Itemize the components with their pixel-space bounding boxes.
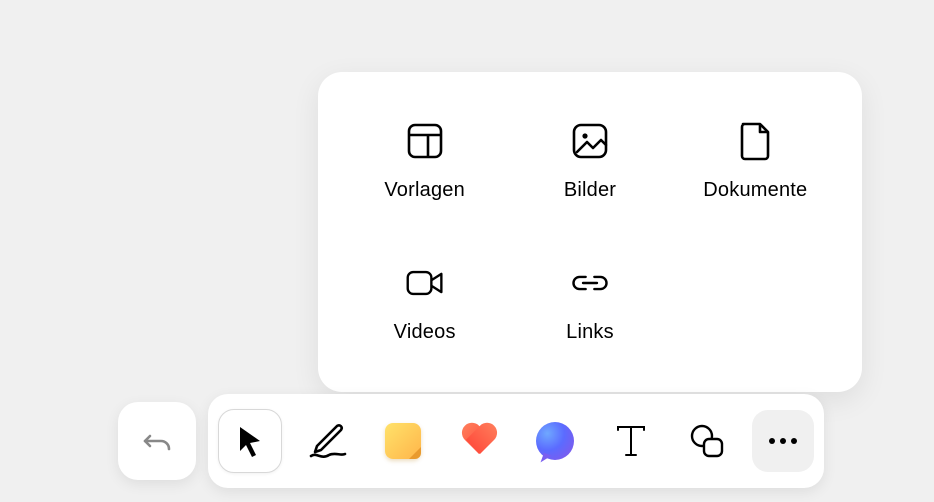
like-tool-button[interactable] xyxy=(448,410,510,472)
add-content-popup: Vorlagen Bilder Dokumente xyxy=(318,72,862,392)
pen-icon xyxy=(307,422,347,460)
popup-item-videos[interactable]: Videos xyxy=(342,238,507,368)
popup-item-templates[interactable]: Vorlagen xyxy=(342,96,507,226)
bottom-toolbar-wrap xyxy=(118,394,824,488)
more-tools-button[interactable] xyxy=(752,410,814,472)
chat-bubble-icon xyxy=(536,422,574,460)
text-tool-button[interactable] xyxy=(600,410,662,472)
image-icon xyxy=(570,121,610,161)
text-icon xyxy=(615,424,647,458)
popup-item-documents[interactable]: Dokumente xyxy=(673,96,838,226)
popup-item-links[interactable]: Links xyxy=(507,238,672,368)
sticky-note-icon xyxy=(385,423,421,459)
popup-item-images[interactable]: Bilder xyxy=(507,96,672,226)
cursor-icon xyxy=(236,425,264,457)
shapes-icon xyxy=(688,423,726,459)
video-icon xyxy=(405,263,445,303)
undo-button[interactable] xyxy=(118,402,196,480)
heart-icon xyxy=(460,424,498,458)
popup-item-label: Dokumente xyxy=(703,179,807,202)
popup-item-label: Bilder xyxy=(564,179,616,202)
popup-item-label: Links xyxy=(566,321,614,344)
templates-icon xyxy=(405,121,445,161)
popup-item-label: Vorlagen xyxy=(384,179,465,202)
comment-tool-button[interactable] xyxy=(524,410,586,472)
link-icon xyxy=(570,263,610,303)
undo-icon xyxy=(140,424,174,458)
shapes-tool-button[interactable] xyxy=(676,410,738,472)
select-tool-button[interactable] xyxy=(218,409,282,473)
popup-item-label: Videos xyxy=(394,321,456,344)
document-icon xyxy=(735,121,775,161)
more-icon xyxy=(768,437,798,445)
sticky-note-tool-button[interactable] xyxy=(372,410,434,472)
main-toolbar xyxy=(208,394,824,488)
draw-tool-button[interactable] xyxy=(296,410,358,472)
